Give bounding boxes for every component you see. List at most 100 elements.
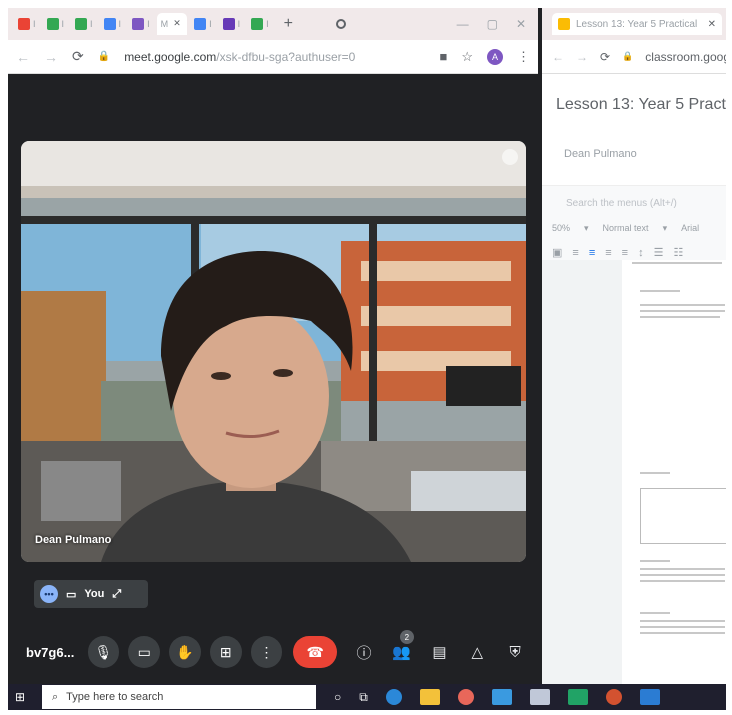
leave-call-button[interactable]: ☎ — [293, 636, 338, 668]
new-tab-button[interactable]: + — [284, 15, 293, 33]
call-controls-bar: bv7g6... 🎙 ▭ ✋ ⊞ ⋮ ☎ ⓘ 👥 2 ▤ △ ⛨ — [8, 630, 538, 672]
document-canvas — [542, 260, 726, 684]
forward-icon[interactable]: → — [44, 49, 58, 65]
bullets-icon[interactable]: ☷ — [673, 246, 683, 259]
window-controls: — ▢ ✕ — [457, 17, 526, 31]
tab-lesson[interactable]: Lesson 13: Year 5 Practical ✕ — [552, 13, 722, 35]
tab-classroom-2[interactable]: I — [71, 13, 97, 35]
back-icon[interactable]: ← — [16, 49, 30, 65]
tab-forms[interactable]: I — [128, 13, 154, 35]
participant-name: Dean Pulmano — [35, 534, 112, 546]
word-icon[interactable] — [639, 689, 660, 705]
reload-icon[interactable]: ⟳ — [600, 50, 610, 64]
checklist-icon[interactable]: ☰ — [654, 246, 664, 259]
url-field-2[interactable]: classroom.google — [645, 50, 726, 64]
forward-icon[interactable]: → — [576, 50, 588, 64]
tile-options-icon[interactable] — [502, 149, 518, 165]
excel-icon[interactable] — [567, 689, 588, 705]
camera-icon[interactable]: ■ — [439, 49, 447, 64]
student-name: Dean Pulmano — [542, 140, 726, 186]
menu-search-input[interactable]: Search the menus (Alt+/) — [542, 186, 726, 216]
search-icon: ⌕ — [52, 690, 59, 703]
edge-icon[interactable] — [385, 689, 402, 705]
align-left-icon[interactable]: ≡ — [572, 247, 578, 259]
activities-button[interactable]: △ — [462, 636, 492, 668]
record-icon[interactable] — [335, 19, 346, 29]
close-icon[interactable]: ✕ — [708, 19, 716, 30]
cortana-icon[interactable]: ○ — [334, 690, 341, 704]
vertical-dots-icon: ⋮ — [259, 643, 274, 660]
snipping-tool-icon[interactable] — [529, 689, 550, 705]
store-icon[interactable] — [491, 689, 512, 705]
reload-icon[interactable]: ⟳ — [72, 48, 84, 65]
lock-icon: 🔒 — [622, 51, 634, 61]
lock-icon: 🔒 — [97, 51, 111, 62]
meeting-details-button[interactable]: ⓘ — [349, 636, 379, 668]
chat-button[interactable]: ▤ — [425, 636, 455, 668]
more-options-button[interactable]: ⋮ — [250, 636, 283, 668]
url-field[interactable]: meet.google.com/xsk-dfbu-sga?authuser=0 — [124, 50, 355, 64]
chevron-down-icon: ▾ — [584, 222, 589, 233]
document-table — [640, 488, 726, 544]
self-label: You — [84, 588, 105, 600]
classroom-browser-window: Lesson 13: Year 5 Practical ✕ ← → ⟳ 🔒 cl… — [538, 8, 726, 684]
video-camera-icon: ▭ — [137, 643, 151, 660]
people-icon: 👥 — [392, 644, 412, 661]
menu-icon[interactable]: ⋮ — [517, 49, 530, 65]
search-placeholder: Type here to search — [66, 691, 164, 703]
tab-gmail[interactable]: I — [14, 13, 40, 35]
align-center-icon[interactable]: ≡ — [589, 247, 595, 259]
style-select[interactable]: Normal text — [603, 223, 649, 233]
minimize-icon[interactable]: — — [457, 17, 469, 31]
document-page[interactable] — [622, 260, 726, 684]
back-icon[interactable]: ← — [552, 50, 564, 64]
hand-icon: ✋ — [176, 643, 194, 660]
browser-tab-strip: I I I I I M ✕ I I I + — ▢ ✕ — [8, 8, 538, 40]
omnibox-actions: ■ ☆ A ⋮ — [439, 48, 530, 65]
close-window-icon[interactable]: ✕ — [516, 17, 526, 31]
line-spacing-icon[interactable]: ↕ — [638, 247, 644, 259]
zoom-select[interactable]: 50% — [552, 223, 570, 233]
address-bar: ← → ⟳ 🔒 meet.google.com/xsk-dfbu-sga?aut… — [8, 40, 538, 74]
maximize-icon[interactable]: ▢ — [487, 17, 498, 31]
font-select[interactable]: Arial — [681, 223, 699, 233]
tab-classroom-4[interactable]: I — [247, 13, 273, 35]
more-options-icon[interactable]: ••• — [40, 585, 58, 603]
browser-tab-strip-2: Lesson 13: Year 5 Practical ✕ — [542, 8, 726, 40]
taskbar-search-box[interactable]: ⌕ Type here to search — [42, 685, 316, 709]
people-button[interactable]: 👥 2 — [387, 630, 417, 668]
tab-docs[interactable]: I — [100, 13, 126, 35]
star-icon[interactable]: ☆ — [461, 49, 473, 65]
phone-hangup-icon: ☎ — [306, 643, 324, 660]
self-view-pill: ••• ▭ You ⤢ — [34, 580, 148, 608]
microphone-button[interactable]: 🎙 — [87, 636, 120, 668]
present-screen-icon: ⊞ — [219, 643, 232, 660]
classroom-icon — [194, 18, 207, 30]
profile-avatar[interactable]: A — [487, 48, 503, 65]
host-controls-button[interactable]: ⛨ — [500, 636, 530, 668]
address-bar-2: ← → ⟳ 🔒 classroom.google — [542, 40, 726, 74]
meet-browser-window: I I I I I M ✕ I I I + — ▢ ✕ ← → ⟳ 🔒 meet.… — [8, 8, 538, 684]
tab-meet-active[interactable]: M ✕ — [156, 13, 188, 35]
raise-hand-button[interactable]: ✋ — [169, 636, 201, 668]
powerpoint-icon[interactable] — [605, 689, 622, 705]
tab-jamboard[interactable]: I — [219, 13, 245, 35]
close-icon[interactable]: ✕ — [171, 18, 183, 30]
chrome-icon[interactable] — [457, 689, 474, 705]
align-right-icon[interactable]: ≡ — [605, 247, 611, 259]
present-button[interactable]: ⊞ — [209, 636, 242, 668]
meeting-code: bv7g6... — [26, 644, 75, 660]
windows-start-button[interactable]: ⊞ — [8, 684, 32, 710]
info-icon: ⓘ — [356, 644, 372, 662]
tab-classroom-3[interactable]: I — [190, 13, 216, 35]
image-icon[interactable]: ▣ — [552, 246, 562, 259]
file-explorer-icon[interactable] — [419, 689, 440, 705]
microphone-icon: 🎙 — [94, 643, 113, 660]
expand-icon[interactable]: ⤢ — [112, 588, 121, 601]
justify-icon[interactable]: ≡ — [622, 247, 628, 259]
camera-button[interactable]: ▭ — [128, 636, 161, 668]
chevron-down-icon: ▾ — [662, 222, 668, 233]
classroom-icon — [75, 18, 88, 30]
task-view-icon[interactable]: ⧉ — [359, 690, 368, 705]
tab-classroom-1[interactable]: I — [43, 13, 69, 35]
